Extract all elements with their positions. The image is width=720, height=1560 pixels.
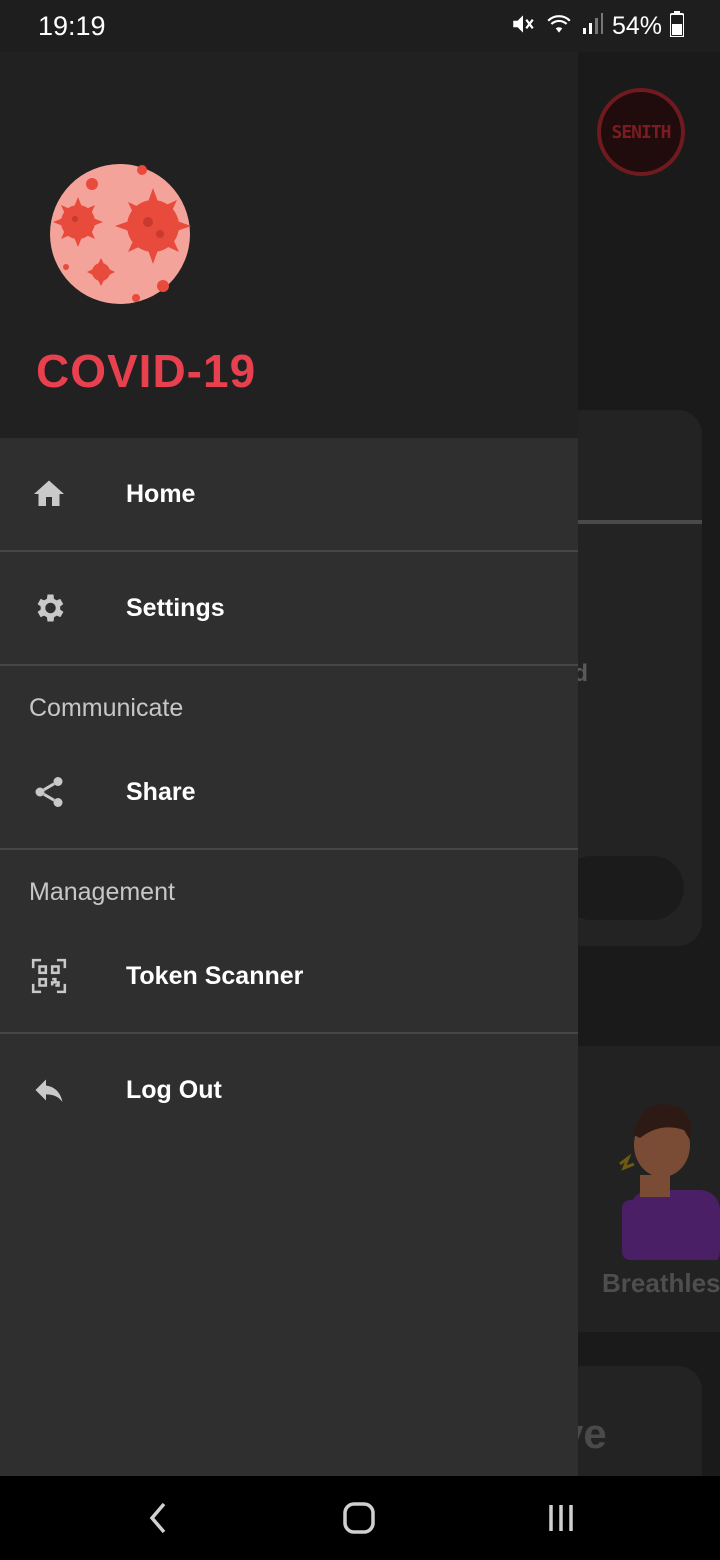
rounded-square-icon	[343, 1502, 375, 1534]
menu-item-token-scanner[interactable]: Token Scanner	[0, 920, 578, 1032]
menu-item-home[interactable]: Home	[0, 438, 578, 550]
status-icons: 54%	[510, 10, 685, 42]
senith-logo: SENITH	[597, 88, 685, 176]
recents-icon	[549, 1505, 573, 1531]
divider	[0, 664, 578, 666]
section-header-management: Management	[29, 878, 175, 906]
status-bar: 19:19 54%	[0, 0, 720, 52]
qr-code-icon	[30, 957, 68, 995]
background-symptom-card: Breathles	[578, 1046, 720, 1332]
background-card: ed	[560, 410, 702, 946]
virus-icon	[50, 164, 191, 304]
drawer-header: COVID-19	[0, 52, 578, 438]
battery-percent: 54%	[611, 11, 662, 40]
navigation-drawer: COVID-19 Home Settings Communicate Share…	[0, 52, 578, 1476]
mute-icon	[510, 11, 536, 42]
section-header-communicate: Communicate	[29, 694, 184, 722]
app-title: COVID-19	[36, 345, 257, 397]
menu-item-label: Settings	[126, 593, 225, 622]
menu-item-share[interactable]: Share	[0, 736, 578, 848]
person-illustration	[619, 1104, 720, 1260]
system-nav-bar	[0, 1476, 720, 1560]
menu-item-label: Token Scanner	[126, 961, 304, 990]
home-icon	[30, 475, 68, 513]
chevron-left-icon	[149, 1502, 166, 1534]
reply-icon	[30, 1071, 68, 1109]
back-button[interactable]	[134, 1494, 182, 1542]
menu-item-label: Home	[126, 479, 196, 508]
divider	[560, 520, 702, 524]
status-time: 19:19	[38, 10, 106, 41]
signal-icon	[582, 12, 604, 41]
symptom-caption: Breathles	[602, 1268, 720, 1298]
wifi-icon	[544, 11, 574, 42]
menu-item-label: Log Out	[126, 1075, 222, 1104]
home-button[interactable]	[335, 1494, 383, 1542]
background-pill-button	[560, 856, 684, 920]
menu-item-settings[interactable]: Settings	[0, 552, 578, 664]
share-icon	[30, 773, 68, 811]
gear-icon	[30, 589, 68, 627]
menu-item-label: Share	[126, 777, 196, 806]
divider	[0, 848, 578, 850]
menu-item-logout[interactable]: Log Out	[0, 1034, 578, 1146]
recents-button[interactable]	[537, 1494, 585, 1542]
battery-icon	[669, 10, 685, 42]
background-card-bottom: ve	[560, 1366, 702, 1476]
